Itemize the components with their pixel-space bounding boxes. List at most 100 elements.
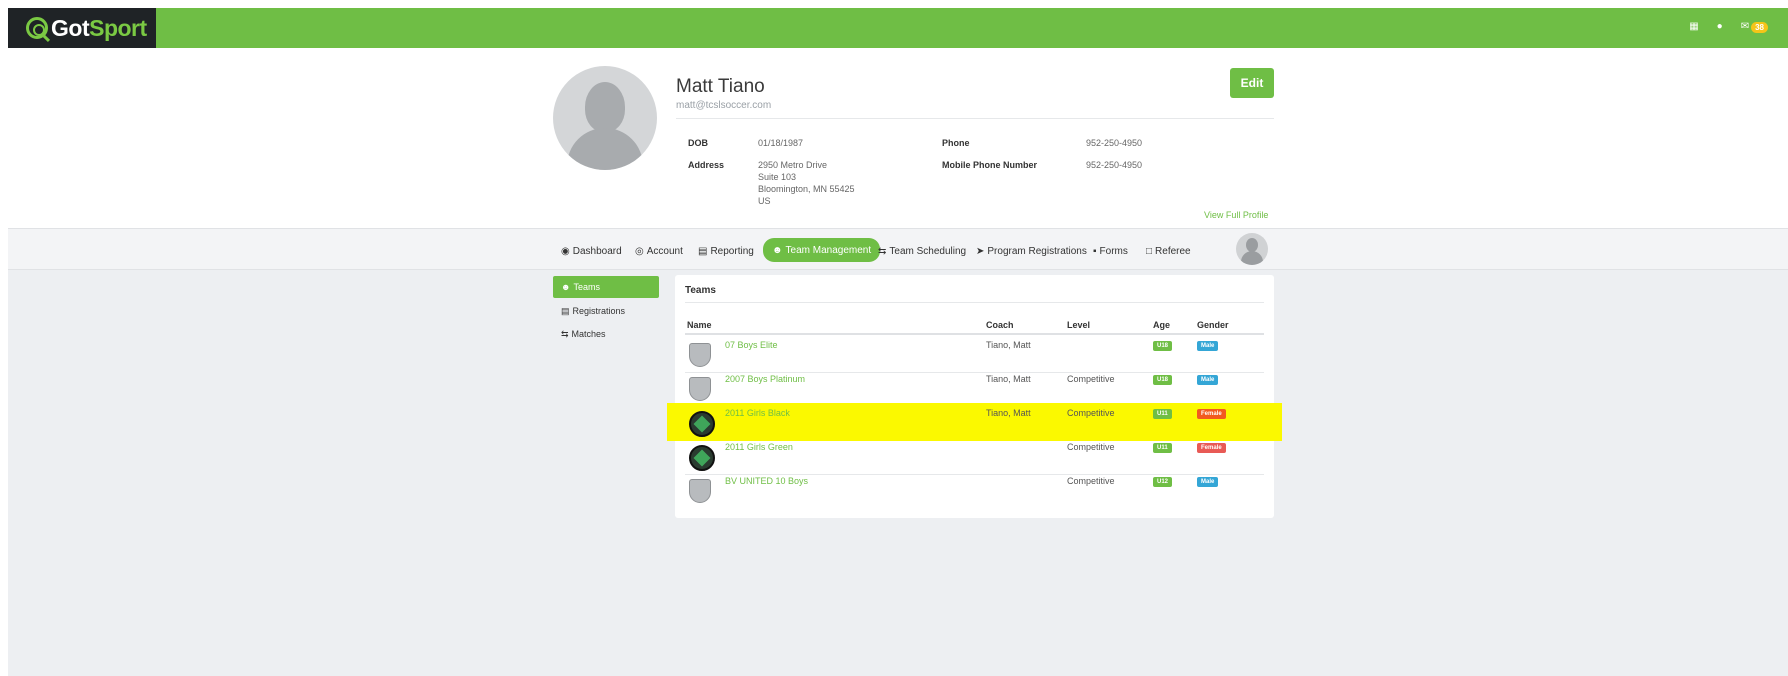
dob-value: 01/18/1987 xyxy=(758,138,804,148)
table-row[interactable]: BV UNITED 10 Boys Competitive U12 Male xyxy=(675,471,1274,509)
gender-badge: Female xyxy=(1197,409,1226,419)
team-icon: ☻ xyxy=(561,282,571,292)
side-label: Teams xyxy=(573,282,600,292)
age-badge: U11 xyxy=(1153,443,1172,453)
address-line: Suite 103 xyxy=(758,172,797,182)
address-value: 2950 Metro Drive Suite 103 Bloomington, … xyxy=(758,159,855,207)
gender-badge: Male xyxy=(1197,341,1219,351)
team-level: Competitive xyxy=(1067,442,1115,452)
team-level: Competitive xyxy=(1067,476,1115,486)
phone-value: 952-250-4950 xyxy=(1086,138,1143,148)
mobile-label: Mobile Phone Number xyxy=(942,160,1038,170)
team-level: Competitive xyxy=(1067,408,1115,418)
nav-label: Reporting xyxy=(710,245,754,257)
mail-button[interactable]: ✉ 38 xyxy=(1741,20,1768,34)
table-row[interactable]: 07 Boys Elite Tiano, Matt U18 Male xyxy=(675,335,1274,373)
top-icons: ▦ ● ✉ 38 xyxy=(1689,20,1768,34)
nav-referee[interactable]: □ Referee xyxy=(1146,240,1191,262)
table-row[interactable]: 2011 Girls Green Competitive U11 Female xyxy=(675,437,1274,475)
app-frame: Got Sport ▦ ● ✉ 38 Matt Tiano matt@tcslso… xyxy=(8,8,1788,676)
nav-program-registrations[interactable]: ➤ Program Registrations xyxy=(976,240,1087,262)
age-badge: U18 xyxy=(1153,341,1173,351)
side-item-matches[interactable]: ⇆ Matches xyxy=(553,323,659,345)
gender-badge: Female xyxy=(1197,443,1226,453)
nav-label: Team Scheduling xyxy=(889,245,967,257)
nav-label: Forms xyxy=(1099,245,1128,257)
dob-label: DOB xyxy=(688,138,708,148)
address-label: Address xyxy=(688,160,725,170)
logo-text-got: Got xyxy=(51,14,90,41)
calendar-icon: □ xyxy=(1146,245,1153,257)
age-badge: U11 xyxy=(1153,409,1172,419)
shield-icon xyxy=(689,479,711,503)
divider xyxy=(685,302,1264,303)
logo-text-sport: Sport xyxy=(89,14,147,41)
grid-icon[interactable]: ▦ xyxy=(1689,20,1698,34)
matches-icon: ⇆ xyxy=(561,328,569,339)
view-full-profile-link[interactable]: View Full Profile xyxy=(1204,210,1268,220)
nav-label: Account xyxy=(646,245,683,257)
profile-divider xyxy=(676,118,1274,119)
profile-email: matt@tcslsoccer.com xyxy=(676,100,772,111)
team-crest xyxy=(689,479,715,503)
teams-card: Teams Name Coach Level Age Gender 07 Boy… xyxy=(667,275,1282,518)
nav-reporting[interactable]: ▤ Reporting xyxy=(698,240,754,262)
forms-icon: ▪ xyxy=(1093,245,1097,257)
address-line: US xyxy=(758,196,771,206)
team-logo-icon xyxy=(689,445,715,471)
team-crest xyxy=(689,377,715,401)
team-level: Competitive xyxy=(1067,374,1115,384)
team-name-link[interactable]: 2011 Girls Green xyxy=(725,442,793,452)
nav-forms[interactable]: ▪ Forms xyxy=(1093,240,1128,262)
age-badge: U12 xyxy=(1153,477,1173,487)
team-crest xyxy=(689,411,715,437)
team-name-link[interactable]: 2011 Girls Black xyxy=(725,408,790,418)
top-bar: Got Sport ▦ ● ✉ 38 xyxy=(8,8,1788,48)
side-item-teams[interactable]: ☻ Teams xyxy=(553,276,659,298)
scheduling-icon: ⇆ xyxy=(878,245,887,257)
side-label: Registrations xyxy=(572,306,626,316)
team-logo-icon xyxy=(689,411,715,437)
team-coach: Tiano, Matt xyxy=(986,374,1031,384)
phone-label: Phone xyxy=(942,138,970,148)
dashboard-icon: ◉ xyxy=(561,245,570,257)
main-nav: ◉ Dashboard ◎ Account ▤ Reporting ☻ Team Man… xyxy=(8,228,1788,270)
table-row-highlighted[interactable]: 2011 Girls Black Tiano, Matt Competitive… xyxy=(667,403,1282,441)
user-icon[interactable]: ● xyxy=(1717,20,1723,34)
col-header-coach: Coach xyxy=(986,320,1014,330)
team-name-link[interactable]: 07 Boys Elite xyxy=(725,340,778,350)
nav-team-management[interactable]: ☻ Team Management xyxy=(763,238,881,262)
shield-icon xyxy=(689,343,711,367)
logo-icon xyxy=(26,17,48,39)
nav-account[interactable]: ◎ Account xyxy=(635,240,683,262)
col-header-name: Name xyxy=(687,320,712,330)
team-name-link[interactable]: 2007 Boys Platinum xyxy=(725,374,805,384)
nav-label: Program Registrations xyxy=(987,245,1087,257)
team-crest xyxy=(689,343,715,367)
side-item-registrations[interactable]: ▤ Registrations xyxy=(553,300,659,322)
age-badge: U18 xyxy=(1153,375,1173,385)
nav-team-scheduling[interactable]: ⇆ Team Scheduling xyxy=(878,240,966,262)
profile-avatar xyxy=(553,66,657,170)
gotsport-logo[interactable]: Got Sport xyxy=(8,8,156,48)
team-icon: ☻ xyxy=(772,244,783,256)
edit-profile-button[interactable]: Edit xyxy=(1230,68,1274,98)
profile-name: Matt Tiano xyxy=(676,76,765,97)
nav-dashboard[interactable]: ◉ Dashboard xyxy=(561,240,622,262)
nav-label: Dashboard xyxy=(572,245,622,257)
teams-title: Teams xyxy=(685,285,716,296)
address-line: 2950 Metro Drive xyxy=(758,160,828,170)
gender-badge: Male xyxy=(1197,477,1219,487)
team-crest xyxy=(689,445,715,471)
shield-icon xyxy=(689,377,711,401)
team-coach: Tiano, Matt xyxy=(986,340,1031,350)
user-avatar[interactable] xyxy=(1236,233,1268,265)
team-name-link[interactable]: BV UNITED 10 Boys xyxy=(725,476,808,486)
col-header-level: Level xyxy=(1067,320,1091,330)
mail-icon: ✉ xyxy=(1740,21,1750,32)
col-header-age: Age xyxy=(1153,320,1171,330)
table-row[interactable]: 2007 Boys Platinum Tiano, Matt Competiti… xyxy=(675,369,1274,407)
col-header-gender: Gender xyxy=(1197,320,1229,330)
reporting-icon: ▤ xyxy=(698,245,708,257)
side-label: Matches xyxy=(571,329,606,339)
